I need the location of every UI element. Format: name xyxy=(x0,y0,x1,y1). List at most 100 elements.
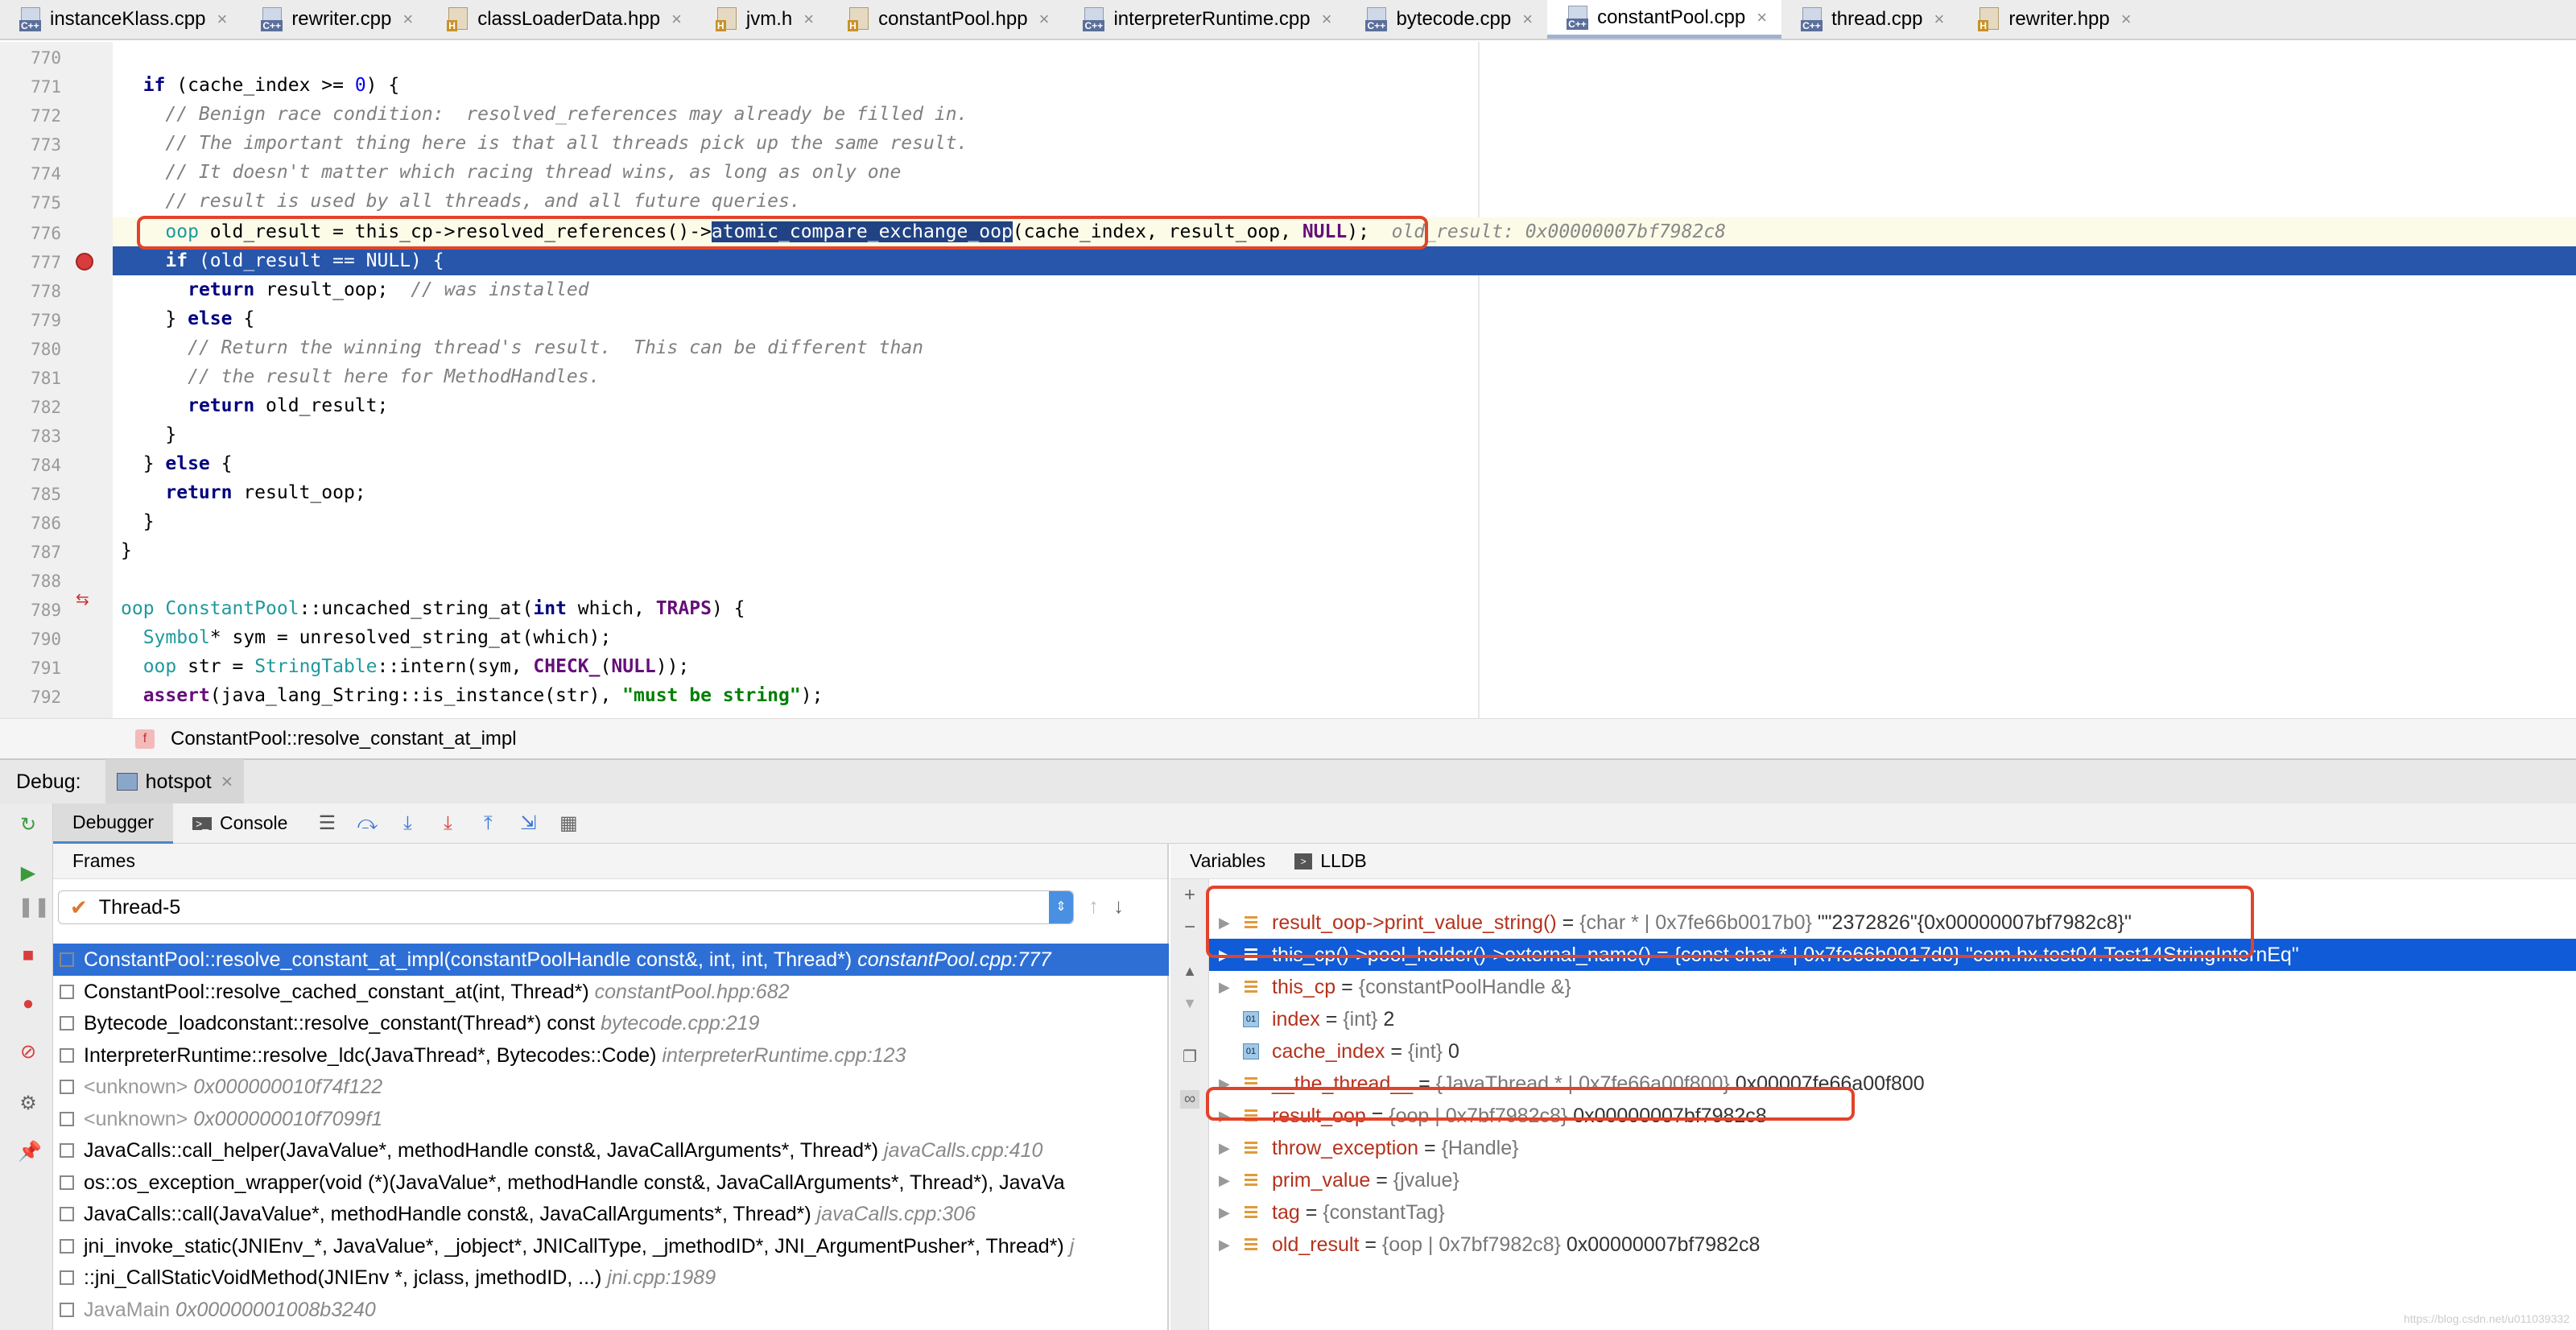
stack-frame[interactable]: ::jni_CallStaticVoidMethod(JNIEnv *, jcl… xyxy=(53,1262,1169,1294)
menu-lines-icon[interactable]: ☰ xyxy=(316,812,337,834)
code-line-777[interactable]: if (old_result == NULL) { xyxy=(121,246,444,275)
stack-frame[interactable]: <unknown> 0x000000010f7099f1 xyxy=(53,1103,1169,1135)
chevron-updown-icon[interactable]: ⇕ xyxy=(1049,891,1073,923)
code-line-791[interactable]: oop str = StringTable::intern(sym, CHECK… xyxy=(121,652,690,681)
code-line-779[interactable]: } else { xyxy=(121,304,254,333)
code-line-772[interactable]: // Benign race condition: resolved_refer… xyxy=(121,100,968,129)
settings-gear-icon[interactable]: ⚙ xyxy=(18,1093,39,1114)
line-number[interactable]: 777 xyxy=(0,253,61,272)
variable-row[interactable]: ▶ prim_value = {jvalue} xyxy=(1209,1164,2576,1196)
stack-frame[interactable]: InterpreterRuntime::resolve_ldc(JavaThre… xyxy=(53,1039,1169,1072)
expand-triangle-icon[interactable]: ▶ xyxy=(1219,1196,1230,1229)
close-icon[interactable]: × xyxy=(1934,9,1944,30)
tab-rewriter-hpp[interactable]: Hrewriter.hpp × xyxy=(1959,0,2145,39)
move-down-icon[interactable]: ▼ xyxy=(1180,995,1199,1012)
close-icon[interactable]: × xyxy=(671,9,682,30)
line-number[interactable]: 774 xyxy=(0,164,61,184)
expand-triangle-icon[interactable]: ▶ xyxy=(1219,1132,1230,1164)
tab-console[interactable]: >_ Console xyxy=(173,803,307,844)
close-icon[interactable]: × xyxy=(1757,7,1767,28)
code-line-773[interactable]: // The important thing here is that all … xyxy=(121,129,968,158)
code-line-783[interactable]: } xyxy=(121,420,176,449)
variable-row[interactable]: ▶ this_cp = {constantPoolHandle &} xyxy=(1209,971,2576,1003)
line-number[interactable]: 792 xyxy=(0,688,61,707)
view-breakpoints-icon[interactable]: ● xyxy=(18,993,39,1014)
line-number[interactable]: 784 xyxy=(0,456,61,475)
stack-frame[interactable]: Bytecode_loadconstant::resolve_constant(… xyxy=(53,1007,1169,1039)
close-icon[interactable]: × xyxy=(1322,9,1332,30)
tab-lldb[interactable]: > LLDB xyxy=(1294,850,1367,872)
close-icon[interactable]: × xyxy=(1522,9,1533,30)
code-line-785[interactable]: return result_oop; xyxy=(121,478,365,507)
stack-frame[interactable]: jni_invoke_static(JNIEnv_*, JavaValue*, … xyxy=(53,1230,1169,1262)
stack-frame[interactable]: JavaCalls::call_helper(JavaValue*, metho… xyxy=(53,1134,1169,1167)
step-into-icon[interactable]: ⤓ xyxy=(437,812,458,834)
move-up-icon[interactable]: ▲ xyxy=(1180,963,1199,980)
tab-rewriter-cpp[interactable]: C++ rewriter.cpp × xyxy=(242,0,427,39)
close-icon[interactable]: × xyxy=(402,9,413,30)
code-line-790[interactable]: Symbol* sym = unresolved_string_at(which… xyxy=(121,623,612,652)
step-over-icon[interactable]: ⤓ xyxy=(397,812,418,834)
code-line-789[interactable]: oop ConstantPool::uncached_string_at(int… xyxy=(121,594,745,623)
stack-frame[interactable]: ConstantPool::resolve_cached_constant_at… xyxy=(53,976,1169,1008)
code-line-780[interactable]: // Return the winning thread's result. T… xyxy=(121,333,923,362)
copy-icon[interactable]: ❐ xyxy=(1180,1047,1199,1067)
line-number[interactable]: 790 xyxy=(0,630,61,649)
stack-frame[interactable]: JavaMain 0x00000001008b3240 xyxy=(53,1294,1169,1326)
tab-instanceklass-cpp[interactable]: C++ instanceKlass.cpp × xyxy=(0,0,242,39)
line-number[interactable]: 771 xyxy=(0,77,61,97)
line-number[interactable]: 782 xyxy=(0,398,61,417)
line-number-gutter[interactable]: 770 771 772 773 774 775 776 777 778 779 780 781 782 7… xyxy=(0,42,113,718)
breadcrumb[interactable]: f ConstantPool::resolve_constant_at_impl xyxy=(0,718,2576,758)
stop-icon[interactable]: ■ xyxy=(18,945,39,966)
add-watch-icon[interactable]: + xyxy=(1180,884,1199,907)
expand-triangle-icon[interactable]: ▶ xyxy=(1219,971,1230,1003)
rerun-icon[interactable]: ↻ xyxy=(18,815,39,836)
line-number[interactable]: 787 xyxy=(0,543,61,562)
variable-row[interactable]: ▶ old_result = {oop | 0x7bf7982c8} 0x0000… xyxy=(1209,1229,2576,1261)
code-line-771[interactable]: if (cache_index >= 0) { xyxy=(121,71,400,100)
stack-frame[interactable]: JavaCalls::call(JavaValue*, methodHandle… xyxy=(53,1198,1169,1230)
tab-debugger[interactable]: Debugger xyxy=(53,803,174,844)
code-line-786[interactable]: } xyxy=(121,507,155,536)
line-number[interactable]: 776 xyxy=(0,224,61,243)
expand-triangle-icon[interactable]: ▶ xyxy=(1219,1164,1230,1196)
code-line-787[interactable]: } xyxy=(121,536,132,565)
evaluate-expression-icon[interactable]: ▦ xyxy=(558,812,579,834)
resume-icon[interactable]: ▶ xyxy=(18,863,39,884)
override-marker-icon[interactable]: ⇆ xyxy=(76,589,89,609)
arrow-up-icon[interactable]: ↑ xyxy=(1088,894,1099,918)
stack-frame[interactable]: os::os_exception_wrapper(void (*)(JavaVa… xyxy=(53,1167,1169,1199)
line-number[interactable]: 775 xyxy=(0,193,61,213)
close-icon[interactable]: × xyxy=(803,9,814,30)
line-number[interactable]: 770 xyxy=(0,48,61,68)
code-line-784[interactable]: } else { xyxy=(121,449,233,478)
breakpoint-icon[interactable] xyxy=(76,253,93,271)
tab-variables[interactable]: Variables xyxy=(1190,850,1265,872)
line-number[interactable]: 780 xyxy=(0,340,61,359)
pause-icon[interactable]: ❚❚ xyxy=(18,897,50,918)
line-number[interactable]: 788 xyxy=(0,572,61,591)
code-line-782[interactable]: return old_result; xyxy=(121,391,388,420)
tab-interpreterruntime-cpp[interactable]: C++ interpreterRuntime.cpp × xyxy=(1063,0,1346,39)
tab-bytecode-cpp[interactable]: C++ bytecode.cpp × xyxy=(1346,0,1547,39)
code-line-774[interactable]: // It doesn't matter which racing thread… xyxy=(121,158,901,187)
step-out-icon[interactable]: ⤒ xyxy=(477,812,498,834)
variable-row[interactable]: 01 cache_index = {int} 0 xyxy=(1209,1035,2576,1068)
variable-row[interactable]: ▶ throw_exception = {Handle} xyxy=(1209,1132,2576,1164)
arrow-down-icon[interactable]: ↓ xyxy=(1113,894,1124,918)
close-icon[interactable]: × xyxy=(217,9,227,30)
line-number[interactable]: 791 xyxy=(0,659,61,678)
mute-breakpoints-icon[interactable]: ⊘ xyxy=(18,1042,39,1063)
code-editor[interactable]: 770 771 772 773 774 775 776 777 778 779 780 781 782 7… xyxy=(0,42,2576,718)
line-number[interactable]: 779 xyxy=(0,311,61,330)
stack-frame[interactable]: ConstantPool::resolve_constant_at_impl(c… xyxy=(53,944,1169,976)
code-line-781[interactable]: // the result here for MethodHandles. xyxy=(121,362,600,391)
debug-session-tab[interactable]: hotspot × xyxy=(105,759,245,804)
stack-frame[interactable]: <unknown> 0x000000010f74f122 xyxy=(53,1071,1169,1103)
tab-constantpool-hpp[interactable]: HconstantPool.hpp × xyxy=(828,0,1063,39)
remove-watch-icon[interactable]: − xyxy=(1180,916,1199,939)
line-number[interactable]: 789 xyxy=(0,601,61,620)
code-line-792[interactable]: assert(java_lang_String::is_instance(str… xyxy=(121,681,824,710)
tab-thread-cpp[interactable]: C++ thread.cpp × xyxy=(1781,0,1959,39)
